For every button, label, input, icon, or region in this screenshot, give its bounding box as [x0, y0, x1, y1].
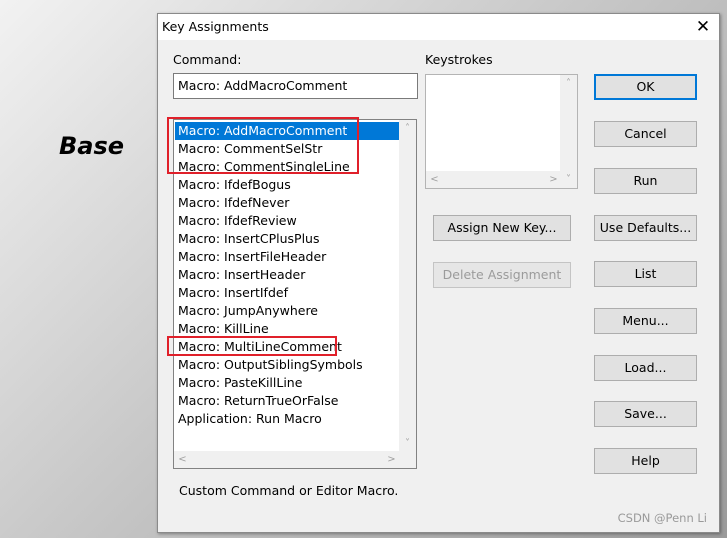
- menu-button[interactable]: Menu...: [594, 308, 697, 334]
- list-button[interactable]: List: [594, 261, 697, 287]
- save-button[interactable]: Save...: [594, 401, 697, 427]
- scroll-up-icon[interactable]: ˄: [399, 120, 416, 137]
- scroll-up-icon[interactable]: ˄: [560, 75, 577, 92]
- command-list-item[interactable]: Macro: InsertIfdef: [175, 284, 399, 302]
- command-list-hscroll[interactable]: < >: [174, 451, 400, 468]
- load-button[interactable]: Load...: [594, 355, 697, 381]
- cancel-button[interactable]: Cancel: [594, 121, 697, 147]
- title-bar: Key Assignments ✕: [158, 14, 719, 40]
- side-label-base: Base: [59, 132, 125, 160]
- keystrokes-hscroll[interactable]: < >: [426, 171, 562, 188]
- watermark: CSDN @Penn Li: [617, 511, 707, 525]
- command-list-item[interactable]: Application: Run Macro: [175, 410, 399, 428]
- scroll-down-icon[interactable]: ˅: [560, 171, 577, 188]
- use-defaults-button[interactable]: Use Defaults...: [594, 215, 697, 241]
- command-list-item[interactable]: Macro: InsertFileHeader: [175, 248, 399, 266]
- dialog-title: Key Assignments: [162, 19, 269, 34]
- run-button[interactable]: Run: [594, 168, 697, 194]
- command-list-item[interactable]: Macro: IfdefBogus: [175, 176, 399, 194]
- command-list-item[interactable]: Macro: IfdefReview: [175, 212, 399, 230]
- ok-button[interactable]: OK: [594, 74, 697, 100]
- scroll-down-icon[interactable]: ˅: [399, 435, 416, 452]
- scroll-left-icon[interactable]: <: [426, 171, 443, 188]
- assign-new-key-button[interactable]: Assign New Key...: [433, 215, 571, 241]
- command-list-item[interactable]: Macro: IfdefNever: [175, 194, 399, 212]
- command-label: Command:: [173, 52, 242, 67]
- highlight-box-multiline: [167, 336, 337, 356]
- help-button[interactable]: Help: [594, 448, 697, 474]
- key-assignments-dialog: Key Assignments ✕ Command: Macro: AddMac…: [157, 13, 720, 533]
- keystrokes-vscroll[interactable]: ˄ ˅: [560, 75, 577, 188]
- keystrokes-list[interactable]: ˄ ˅ < >: [425, 74, 578, 189]
- command-field[interactable]: Macro: AddMacroComment: [173, 73, 418, 99]
- scroll-corner: [399, 451, 416, 468]
- command-list-item[interactable]: Macro: JumpAnywhere: [175, 302, 399, 320]
- command-list-item[interactable]: Macro: InsertHeader: [175, 266, 399, 284]
- command-list-item[interactable]: Macro: ReturnTrueOrFalse: [175, 392, 399, 410]
- command-list-item[interactable]: Macro: OutputSiblingSymbols: [175, 356, 399, 374]
- command-description: Custom Command or Editor Macro.: [179, 483, 399, 498]
- command-list-vscroll[interactable]: ˄ ˅: [399, 120, 416, 452]
- keystrokes-label: Keystrokes: [425, 52, 493, 67]
- highlight-box-top: [167, 117, 359, 174]
- command-list-item[interactable]: Macro: InsertCPlusPlus: [175, 230, 399, 248]
- scroll-right-icon[interactable]: >: [383, 451, 400, 468]
- close-icon[interactable]: ✕: [695, 17, 711, 37]
- command-list-item[interactable]: Macro: PasteKillLine: [175, 374, 399, 392]
- delete-assignment-button[interactable]: Delete Assignment: [433, 262, 571, 288]
- scroll-right-icon[interactable]: >: [545, 171, 562, 188]
- scroll-left-icon[interactable]: <: [174, 451, 191, 468]
